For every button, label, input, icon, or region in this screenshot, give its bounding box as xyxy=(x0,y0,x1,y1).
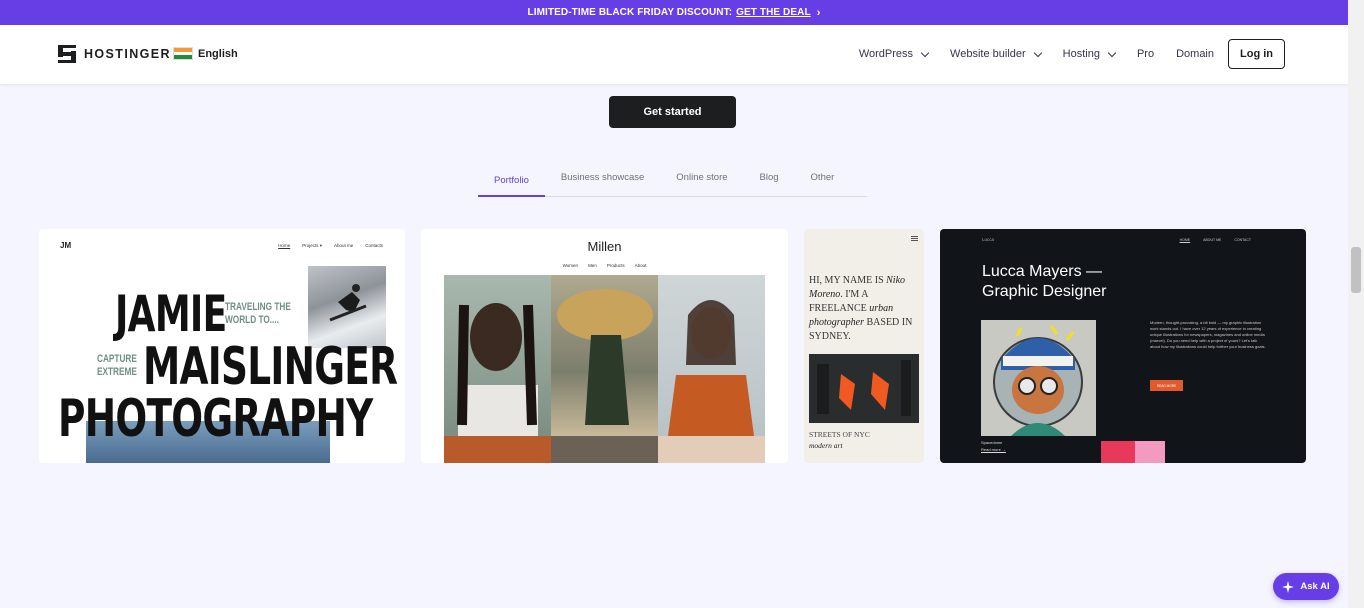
model-photo xyxy=(658,436,765,463)
nav-website-builder[interactable]: Website builder xyxy=(950,48,1042,60)
template-nav-item: Projects ▾ xyxy=(302,243,322,248)
template-nav-item: About xyxy=(634,263,647,268)
illustration-artwork xyxy=(981,320,1096,436)
caption-title: STREETS OF NYC xyxy=(809,430,870,439)
hostinger-logo-icon xyxy=(58,45,76,63)
intro-text: HI, MY NAME IS xyxy=(809,275,884,286)
model-photo xyxy=(658,275,765,436)
ask-ai-label: Ask AI xyxy=(1300,581,1330,592)
heading-line: Lucca Mayers — xyxy=(982,263,1103,280)
nav-hosting-label: Hosting xyxy=(1062,48,1100,60)
scrollbar-thumb[interactable] xyxy=(1351,247,1361,293)
template-nav-item: CONTACT xyxy=(1234,238,1251,242)
street-art-photo xyxy=(809,354,919,423)
site-header: HOSTINGER English WordPress Website buil… xyxy=(0,25,1348,84)
template-nav-item: ABOUT ME xyxy=(1203,238,1222,242)
nav-pro[interactable]: Pro xyxy=(1137,48,1154,60)
nav-domain-label: Domain xyxy=(1176,48,1214,60)
language-label: English xyxy=(198,47,238,60)
india-flag-icon xyxy=(173,47,193,60)
template-body-text: Modern, thought-provoking, a bit bold — … xyxy=(1150,320,1266,349)
template-nav: Women Men Products About xyxy=(421,263,788,268)
caption-subtitle: modern art xyxy=(809,440,843,450)
photo-caption: STREETS OF NYC modern art xyxy=(809,430,870,452)
nav-pro-label: Pro xyxy=(1136,48,1155,60)
template-nav-item: Women xyxy=(562,263,579,268)
template-nav-item: Men xyxy=(588,263,597,268)
template-nav-item: Home xyxy=(278,243,291,248)
promo-banner[interactable]: LIMITED-TIME BLACK FRIDAY DISCOUNT: GET … xyxy=(0,0,1348,25)
template-card-jamie[interactable]: JM Home Projects ▾ About me Contacts JAM… xyxy=(39,229,405,463)
main-nav: WordPress Website builder Hosting Pro Do… xyxy=(837,38,1285,70)
artwork-thumbnail xyxy=(1101,441,1135,463)
template-card-millen[interactable]: Millen Women Men Products About xyxy=(421,229,788,463)
heading-line: Graphic Designer xyxy=(982,283,1107,301)
template-monogram: JM xyxy=(60,241,72,250)
artwork-title: Spacedome xyxy=(981,440,1003,445)
login-button[interactable]: Log in xyxy=(1228,39,1285,69)
chevron-down-icon xyxy=(1033,48,1042,57)
snowboarder-photo xyxy=(308,266,386,348)
template-logo: Lucca xyxy=(982,237,995,242)
tab-portfolio[interactable]: Portfolio xyxy=(478,170,545,197)
model-photo xyxy=(551,275,658,436)
template-nav: Home Projects ▾ About me Contacts xyxy=(278,243,383,249)
chevron-right-icon: › xyxy=(816,6,821,19)
model-photo xyxy=(444,275,551,436)
ask-ai-button[interactable]: Ask AI xyxy=(1273,573,1339,600)
chevron-down-icon xyxy=(920,48,930,57)
artwork-thumbnail xyxy=(1135,441,1165,463)
logo-wordmark: HOSTINGER xyxy=(84,47,171,61)
template-nav-item: Products xyxy=(606,263,625,268)
template-title: Millen xyxy=(587,239,622,254)
headline-maislinger: MAISLINGER xyxy=(143,337,398,397)
tab-other[interactable]: Other xyxy=(795,170,851,197)
template-nav-item: HOME xyxy=(1179,238,1191,242)
logo-link[interactable]: HOSTINGER xyxy=(58,45,171,63)
tab-online-store[interactable]: Online store xyxy=(660,170,743,197)
tagline-traveling: TRAVELING THE WORLD TO.... xyxy=(225,301,291,327)
template-nav-item: Contacts xyxy=(365,243,383,248)
read-more-link: Read more → xyxy=(981,447,1006,453)
menu-icon xyxy=(911,236,918,241)
template-card-lucca[interactable]: Lucca HOME ABOUT ME CONTACT Lucca Mayers… xyxy=(940,229,1306,463)
tab-blog[interactable]: Blog xyxy=(744,170,795,197)
nav-hosting[interactable]: Hosting xyxy=(1062,48,1117,60)
artwork-caption: Spacedome Read more → xyxy=(981,439,1006,453)
template-card-niko[interactable]: HI, MY NAME IS Niko Moreno. I'M A FREELA… xyxy=(804,229,924,463)
headline-jamie: JAMIE xyxy=(115,285,227,343)
template-heading: Lucca Mayers — Graphic Designer xyxy=(982,262,1107,303)
sparkle-icon xyxy=(1282,580,1295,593)
template-intro: HI, MY NAME IS Niko Moreno. I'M A FREELA… xyxy=(809,274,921,344)
template-nav: HOME ABOUT ME CONTACT xyxy=(1180,238,1251,242)
read-more-button: READ MORE xyxy=(1150,380,1183,391)
promo-text: LIMITED-TIME BLACK FRIDAY DISCOUNT: xyxy=(527,7,733,18)
get-the-deal-link[interactable]: GET THE DEAL xyxy=(736,7,811,18)
nav-domain[interactable]: Domain xyxy=(1176,48,1214,60)
template-nav-item: About me xyxy=(333,243,354,248)
model-photo xyxy=(551,436,658,463)
template-category-tabs: Portfolio Business showcase Online store… xyxy=(478,170,867,197)
get-started-button[interactable]: Get started xyxy=(609,96,736,128)
nav-website-builder-label: Website builder xyxy=(950,48,1026,60)
language-selector[interactable]: English xyxy=(173,47,238,60)
tagline-capture: CAPTURE EXTREME xyxy=(97,353,137,379)
chevron-down-icon xyxy=(1107,48,1117,57)
nav-wordpress[interactable]: WordPress xyxy=(858,48,930,60)
headline-photography: PHOTOGRAPHY xyxy=(58,389,373,449)
tab-business-showcase[interactable]: Business showcase xyxy=(545,170,660,197)
nav-wordpress-label: WordPress xyxy=(858,48,914,60)
model-photo xyxy=(444,436,551,463)
page-scrollbar[interactable] xyxy=(1348,0,1364,608)
